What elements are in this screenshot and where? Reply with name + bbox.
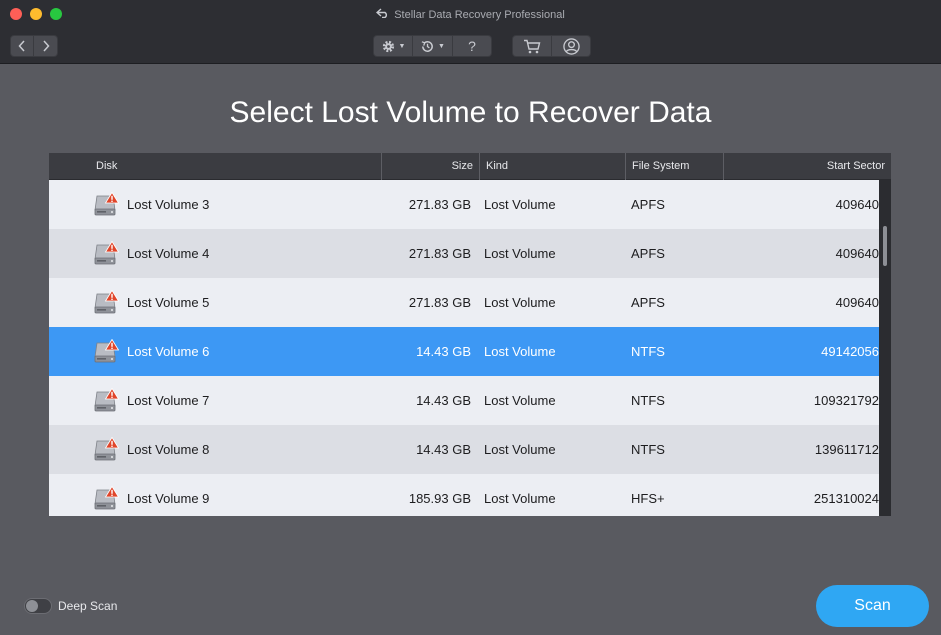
history-dropdown-icon: ▼ bbox=[438, 42, 445, 50]
disk-size: 271.83 GB bbox=[408, 295, 471, 310]
disk-kind: Lost Volume bbox=[484, 344, 556, 359]
cart-icon bbox=[524, 39, 541, 53]
cart-button[interactable] bbox=[512, 35, 552, 57]
start-sector: 109321792 bbox=[813, 393, 879, 408]
disk-size: 14.43 GB bbox=[416, 344, 471, 359]
disk-name: Lost Volume 9 bbox=[127, 491, 210, 506]
file-system: APFS bbox=[631, 295, 665, 310]
account-icon bbox=[562, 37, 580, 55]
disk-name: Lost Volume 3 bbox=[127, 197, 210, 212]
disk-size: 271.83 GB bbox=[408, 197, 471, 212]
disk-name: Lost Volume 5 bbox=[127, 295, 210, 310]
disk-kind: Lost Volume bbox=[484, 246, 556, 261]
lost-volume-drive-icon bbox=[93, 485, 120, 512]
lost-volume-drive-icon bbox=[93, 338, 120, 365]
scrollbar-thumb[interactable] bbox=[883, 226, 887, 266]
deep-scan-toggle[interactable] bbox=[24, 598, 52, 614]
lost-volume-drive-icon bbox=[93, 240, 120, 267]
page-title: Select Lost Volume to Recover Data bbox=[229, 96, 712, 129]
file-system: HFS+ bbox=[631, 491, 665, 506]
disk-name: Lost Volume 8 bbox=[127, 442, 210, 457]
app-logo-icon bbox=[376, 7, 389, 21]
account-button[interactable] bbox=[552, 35, 591, 57]
scan-button[interactable]: Scan bbox=[816, 585, 929, 627]
disk-kind: Lost Volume bbox=[484, 442, 556, 457]
deep-scan-label: Deep Scan bbox=[58, 599, 118, 613]
help-icon: ? bbox=[468, 38, 476, 54]
table-row[interactable]: Lost Volume 3 271.83 GB Lost Volume APFS… bbox=[49, 180, 879, 229]
lost-volume-drive-icon bbox=[93, 436, 120, 463]
forward-button[interactable] bbox=[34, 35, 58, 57]
disk-kind: Lost Volume bbox=[484, 393, 556, 408]
disk-name: Lost Volume 4 bbox=[127, 246, 210, 261]
table-row-selected[interactable]: Lost Volume 6 14.43 GB Lost Volume NTFS … bbox=[49, 327, 879, 376]
start-sector: 409640 bbox=[835, 295, 879, 310]
back-button[interactable] bbox=[10, 35, 34, 57]
start-sector: 139611712 bbox=[814, 442, 879, 457]
window-title-text: Stellar Data Recovery Professional bbox=[394, 9, 565, 21]
disk-size: 271.83 GB bbox=[408, 246, 471, 261]
file-system: APFS bbox=[631, 197, 665, 212]
start-sector: 251310024 bbox=[813, 491, 879, 506]
disk-name: Lost Volume 6 bbox=[127, 344, 210, 359]
start-sector: 409640 bbox=[835, 197, 879, 212]
disk-name: Lost Volume 7 bbox=[127, 393, 210, 408]
column-header-start-sector[interactable]: Start Sector bbox=[724, 153, 891, 180]
column-header-disk[interactable]: Disk bbox=[49, 153, 382, 180]
table-row[interactable]: Lost Volume 8 14.43 GB Lost Volume NTFS … bbox=[49, 425, 879, 474]
column-header-file-system[interactable]: File System bbox=[626, 153, 724, 180]
lost-volume-drive-icon bbox=[93, 191, 120, 218]
start-sector: 49142056 bbox=[821, 344, 879, 359]
disk-kind: Lost Volume bbox=[484, 295, 556, 310]
disk-size: 14.43 GB bbox=[416, 442, 471, 457]
table-row[interactable]: Lost Volume 5 271.83 GB Lost Volume APFS… bbox=[49, 278, 879, 327]
chevron-left-icon bbox=[18, 40, 25, 52]
settings-dropdown-icon: ▼ bbox=[398, 42, 406, 50]
column-header-size[interactable]: Size bbox=[382, 153, 480, 180]
settings-button[interactable]: ▼ bbox=[373, 35, 413, 57]
column-header-kind[interactable]: Kind bbox=[480, 153, 626, 180]
lost-volume-drive-icon bbox=[93, 387, 120, 414]
file-system: APFS bbox=[631, 246, 665, 261]
gear-icon bbox=[382, 40, 394, 52]
table-header: Disk Size Kind File System Start Sector bbox=[49, 153, 891, 180]
disk-kind: Lost Volume bbox=[484, 197, 556, 212]
disk-size: 14.43 GB bbox=[416, 393, 471, 408]
window-title: Stellar Data Recovery Professional bbox=[0, 7, 941, 21]
start-sector: 409640 bbox=[835, 246, 879, 261]
vertical-scrollbar[interactable] bbox=[879, 180, 891, 516]
file-system: NTFS bbox=[631, 442, 665, 457]
history-button[interactable]: ▼ bbox=[413, 35, 453, 57]
volume-table: Disk Size Kind File System Start Sector … bbox=[49, 153, 891, 516]
table-row[interactable]: Lost Volume 7 14.43 GB Lost Volume NTFS … bbox=[49, 376, 879, 425]
history-icon bbox=[421, 40, 433, 52]
table-body: Lost Volume 3 271.83 GB Lost Volume APFS… bbox=[49, 180, 879, 516]
file-system: NTFS bbox=[631, 393, 665, 408]
table-row[interactable]: Lost Volume 9 185.93 GB Lost Volume HFS+… bbox=[49, 474, 879, 516]
table-row[interactable]: Lost Volume 4 271.83 GB Lost Volume APFS… bbox=[49, 229, 879, 278]
title-bar: Stellar Data Recovery Professional ▼ ▼ ? bbox=[0, 0, 941, 64]
disk-size: 185.93 GB bbox=[408, 491, 471, 506]
help-button[interactable]: ? bbox=[453, 35, 492, 57]
chevron-right-icon bbox=[42, 40, 50, 52]
deep-scan-toggle-knob bbox=[26, 600, 38, 612]
file-system: NTFS bbox=[631, 344, 665, 359]
lost-volume-drive-icon bbox=[93, 289, 120, 316]
disk-kind: Lost Volume bbox=[484, 491, 556, 506]
